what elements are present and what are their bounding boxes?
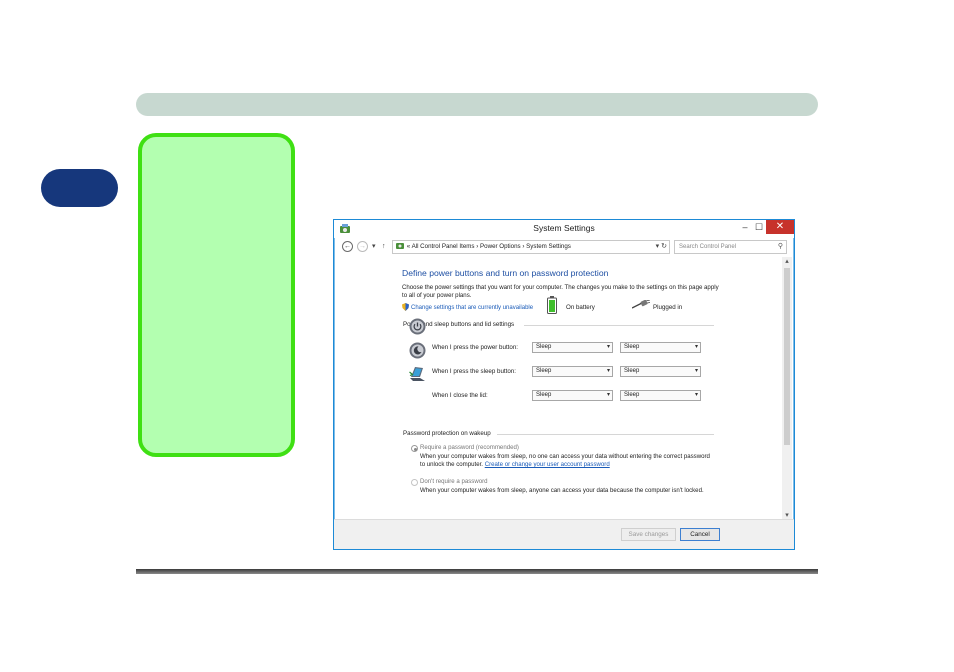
select-value: Sleep [624, 344, 640, 350]
lid-close-battery-select[interactable]: Sleep ▾ [532, 390, 613, 401]
chevron-down-icon: ▾ [694, 344, 698, 350]
power-button-icon [409, 318, 426, 335]
refresh-icon[interactable]: ▾ ↻ [656, 241, 667, 253]
page-title: Define power buttons and turn on passwor… [402, 268, 609, 278]
title-bar: System Settings – ☐ ✕ [334, 220, 794, 238]
chapter-tab [41, 169, 118, 207]
breadcrumb-power-options[interactable]: Power Options [480, 243, 521, 250]
window-footer: Save changes Cancel [334, 519, 794, 549]
cancel-button[interactable]: Cancel [680, 528, 720, 541]
section-divider [497, 434, 714, 435]
page-description: Choose the power settings that you want … [402, 284, 719, 299]
footer-rule [136, 569, 818, 574]
scroll-down-arrow-icon[interactable]: ▾ [782, 511, 792, 519]
maximize-button[interactable]: ☐ [752, 220, 766, 234]
change-settings-label[interactable]: Change settings that are currently unava… [411, 305, 533, 311]
sleep-button-icon [409, 342, 426, 359]
breadcrumb-all-items[interactable]: All Control Panel Items [412, 243, 475, 250]
sleep-button-label: When I press the sleep button: [432, 368, 516, 375]
breadcrumb-system-settings[interactable]: System Settings [526, 243, 571, 250]
scrollbar-thumb[interactable] [784, 268, 790, 445]
control-panel-icon [396, 243, 404, 249]
section-divider [524, 325, 714, 326]
no-password-description: When your computer wakes from sleep, any… [420, 487, 704, 494]
sleep-button-plugged-select[interactable]: Sleep ▾ [620, 366, 701, 377]
select-value: Sleep [536, 368, 552, 374]
no-password-label[interactable]: Don't require a password [420, 478, 488, 485]
system-settings-window: System Settings – ☐ ✕ ← → ▾ ↑ « All Cont… [333, 219, 795, 550]
scroll-up-arrow-icon[interactable]: ▴ [782, 257, 792, 265]
vertical-scrollbar[interactable]: ▴ ▾ [782, 257, 792, 519]
content-pane: Define power buttons and turn on passwor… [334, 257, 794, 519]
power-plug-icon [632, 300, 650, 309]
lid-close-plugged-select[interactable]: Sleep ▾ [620, 390, 701, 401]
power-button-plugged-select[interactable]: Sleep ▾ [620, 342, 701, 353]
close-button[interactable]: ✕ [766, 220, 794, 234]
change-settings-link[interactable]: Change settings that are currently unava… [402, 303, 533, 311]
navigation-row: ← → ▾ ↑ « All Control Panel Items › Powe… [334, 239, 794, 256]
chevron-down-icon: ▾ [606, 392, 610, 398]
battery-icon [547, 296, 557, 314]
chevron-down-icon: ▾ [606, 368, 610, 374]
password-section-label: Password protection on wakeup [403, 430, 491, 437]
laptop-lid-icon [409, 367, 425, 381]
recent-pages-chevron-icon[interactable]: ▾ [372, 241, 376, 253]
chevron-down-icon: ▾ [606, 344, 610, 350]
breadcrumb-separator: › [522, 243, 525, 250]
battery-column-header: On battery [566, 304, 595, 311]
breadcrumb-separator: › [476, 243, 479, 250]
back-arrow-icon[interactable]: ← [342, 241, 353, 252]
window-title: System Settings [533, 223, 595, 233]
up-arrow-icon[interactable]: ↑ [382, 241, 386, 253]
require-password-label[interactable]: Require a password (recommended) [420, 444, 519, 451]
power-button-label: When I press the power button: [432, 344, 518, 351]
power-button-battery-select[interactable]: Sleep ▾ [532, 342, 613, 353]
minimize-button[interactable]: – [738, 220, 752, 234]
lid-close-label: When I close the lid: [432, 392, 488, 399]
search-placeholder: Search Control Panel [679, 244, 737, 250]
page-header-bar [136, 93, 818, 116]
require-password-radio[interactable] [411, 445, 418, 452]
select-value: Sleep [624, 368, 640, 374]
search-icon[interactable]: ⚲ [778, 241, 783, 253]
require-password-description: When your computer wakes from sleep, no … [420, 453, 710, 469]
address-bar[interactable]: « All Control Panel Items › Power Option… [392, 240, 670, 254]
create-password-link[interactable]: Create or change your user account passw… [485, 461, 610, 468]
select-value: Sleep [624, 392, 640, 398]
forward-arrow-icon[interactable]: → [357, 241, 368, 252]
sidebar-note-box [138, 133, 295, 457]
search-input[interactable]: Search Control Panel ⚲ [674, 240, 787, 254]
plugged-column-header: Plugged in [653, 304, 683, 311]
chevron-down-icon: ▾ [694, 392, 698, 398]
chevron-down-icon: ▾ [694, 368, 698, 374]
address-prefix[interactable]: « [407, 243, 410, 250]
no-password-radio[interactable] [411, 479, 418, 486]
select-value: Sleep [536, 344, 552, 350]
select-value: Sleep [536, 392, 552, 398]
sleep-button-battery-select[interactable]: Sleep ▾ [532, 366, 613, 377]
uac-shield-icon [402, 303, 409, 311]
save-changes-button[interactable]: Save changes [621, 528, 676, 541]
